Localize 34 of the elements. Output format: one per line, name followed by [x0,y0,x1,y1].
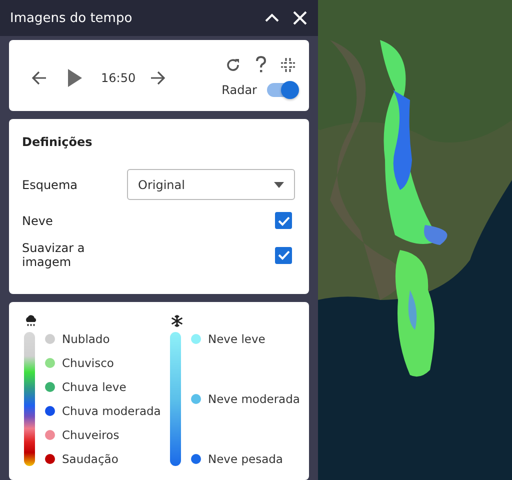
time-label: 16:50 [101,70,136,84]
play-icon [67,68,83,88]
snowflake-icon [170,314,184,328]
caret-icon [274,182,284,188]
window-title: Imagens do tempo [10,10,134,26]
legend-label: Chuva moderada [62,404,161,418]
arrow-left-icon [31,70,47,86]
rain-cloud-icon [24,314,38,328]
radar-toggle[interactable] [267,83,297,97]
option-label: Neve [22,214,54,228]
legend-label: Neve leve [208,332,266,346]
legend-label: Neve moderada [208,392,300,406]
minimize-icon [281,58,295,72]
checkbox[interactable] [275,212,292,229]
legend-label: Chuva leve [62,380,126,394]
legend-label: Chuveiros [62,428,120,442]
check-icon [278,216,290,226]
option-label: Suavizar a imagem [22,241,86,269]
checkbox[interactable] [275,246,292,264]
legend-label: Saudação [62,452,118,466]
help-button[interactable] [253,54,269,75]
legend-label: Nublado [62,332,110,346]
help-icon [255,56,267,73]
scheme-label: Esquema [22,178,78,192]
close-icon [292,10,308,26]
radar-label: Radar [222,83,257,97]
minimize-button[interactable] [279,56,297,74]
section-title: Definições [22,135,94,149]
legend-label: Chuvisco [62,356,114,370]
arrow-right-icon [150,70,166,86]
scheme-dropdown[interactable]: Original [127,169,295,200]
refresh-icon [225,56,241,72]
legend-label: Neve pesada [208,452,283,466]
check-icon [278,250,290,260]
